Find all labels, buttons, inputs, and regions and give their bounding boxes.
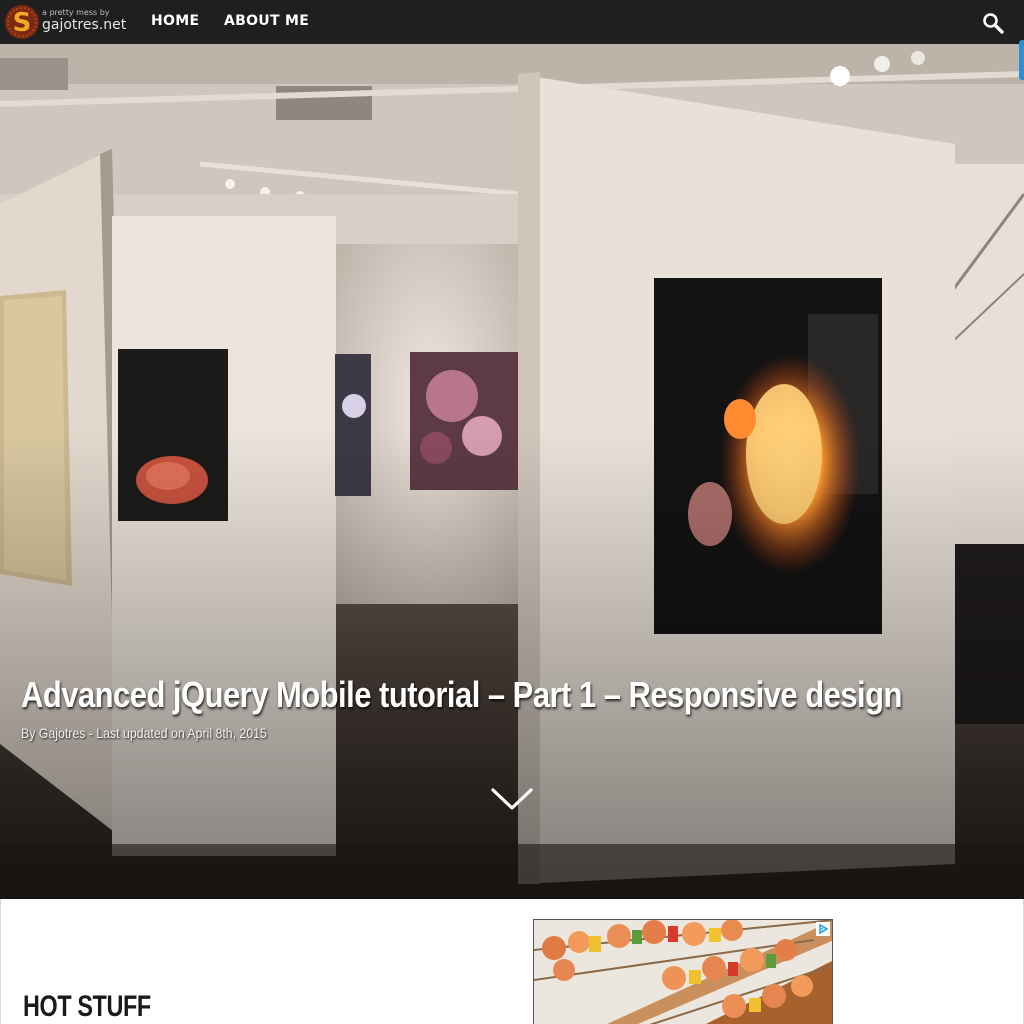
top-navbar: S a pretty mess by gajotres.net HOME ABO… <box>0 0 1024 44</box>
post-meta: By Gajotres - Last updated on April 8th,… <box>21 725 267 741</box>
advertisement[interactable] <box>533 919 833 1024</box>
site-name: gajotres.net <box>42 17 127 33</box>
hero-gradient-overlay <box>0 44 1024 899</box>
search-icon[interactable] <box>982 12 1004 34</box>
feedback-tab[interactable] <box>1019 40 1024 80</box>
svg-text:S: S <box>13 8 32 38</box>
section-heading: HOT STUFF <box>23 990 151 1023</box>
chevron-down-icon[interactable] <box>490 786 534 812</box>
site-branding[interactable]: a pretty mess by gajotres.net <box>42 8 126 34</box>
post-title[interactable]: Advanced jQuery Mobile tutorial – Part 1… <box>21 674 902 716</box>
site-logo-icon[interactable]: S <box>4 4 40 40</box>
adchoices-icon[interactable] <box>816 922 830 936</box>
site-tagline: a pretty mess by <box>42 8 110 17</box>
ad-image[interactable] <box>534 920 833 1024</box>
nav-home-link[interactable]: HOME <box>151 13 199 29</box>
nav-about-link[interactable]: ABOUT ME <box>224 13 309 29</box>
content-area: HOT STUFF <box>0 899 1024 1024</box>
hero-banner: Advanced jQuery Mobile tutorial – Part 1… <box>0 44 1024 899</box>
